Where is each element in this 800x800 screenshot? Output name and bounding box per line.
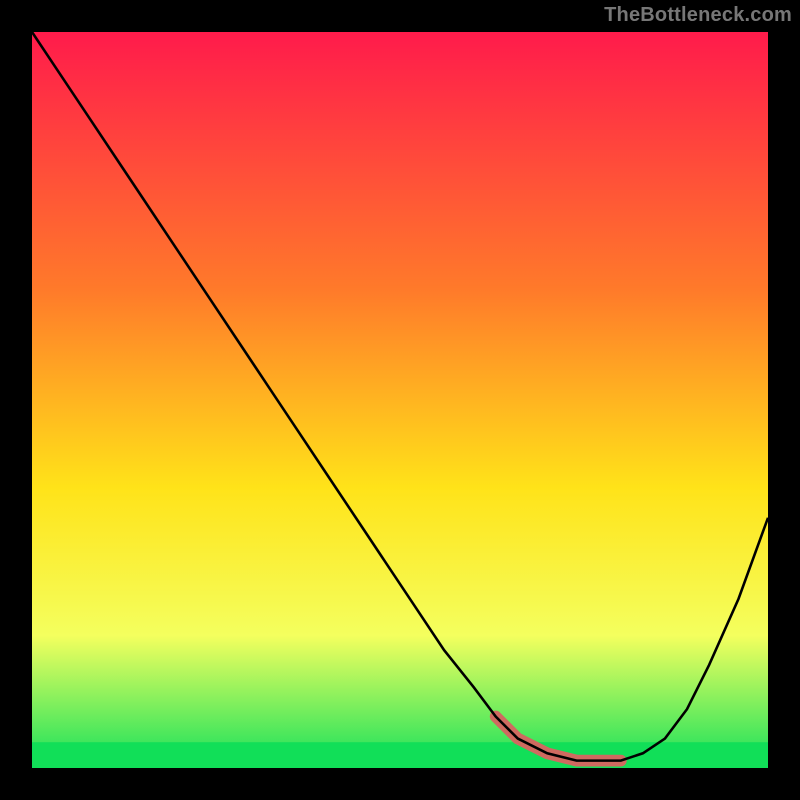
chart-container: TheBottleneck.com [0,0,800,800]
watermark-label: TheBottleneck.com [604,4,792,27]
green-baseline-band [32,742,768,768]
gradient-background [32,32,768,768]
bottleneck-plot [32,32,768,768]
